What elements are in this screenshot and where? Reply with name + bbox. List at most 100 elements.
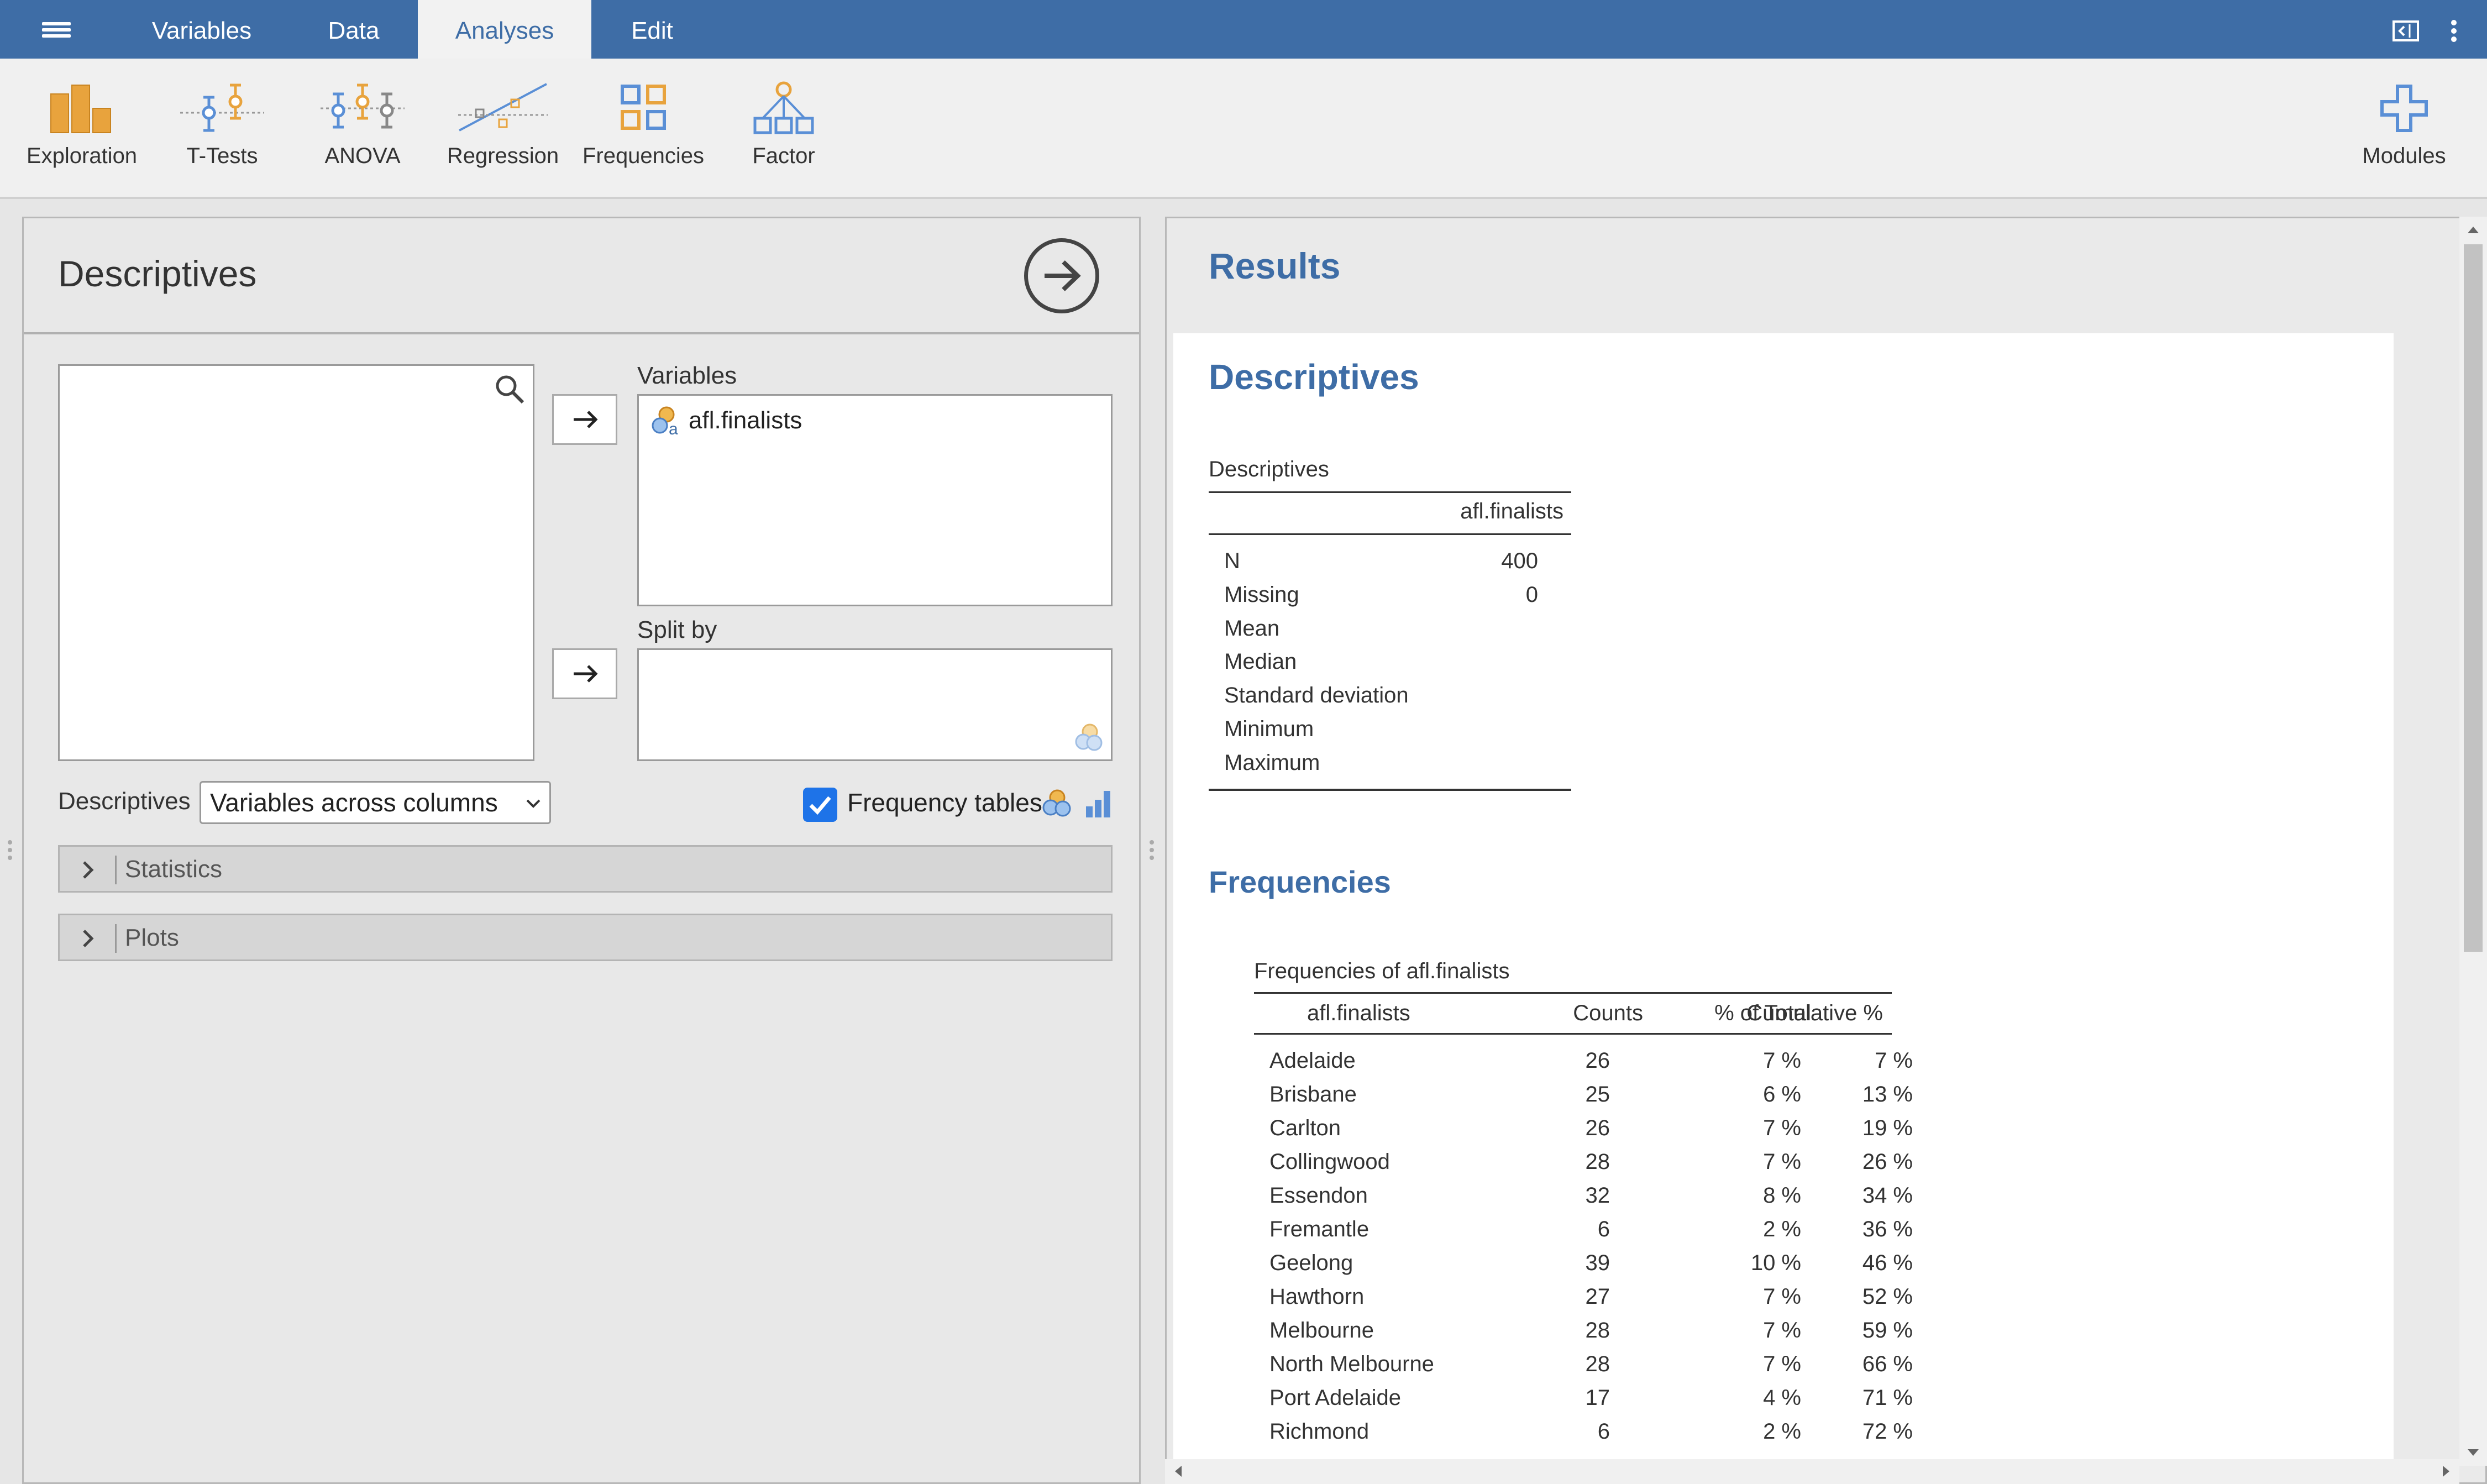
tab-analyses[interactable]: Analyses	[418, 0, 591, 59]
t-tests-button[interactable]: T-Tests	[156, 81, 288, 191]
anova-button[interactable]: ANOVA	[296, 81, 429, 191]
toggle-results-mode-icon[interactable]	[2392, 20, 2420, 45]
move-to-variables-button[interactable]	[552, 394, 617, 445]
scroll-down-icon	[2468, 1449, 2479, 1456]
top-menu-bar: Variables Data Analyses Edit	[0, 0, 2487, 59]
table-row-label: Maximum	[1224, 751, 1320, 775]
hamburger-menu-icon[interactable]	[31, 15, 82, 43]
team-cell: Carlton	[1269, 1116, 1341, 1140]
frequencies-label: Frequencies	[582, 144, 705, 168]
chevron-right-icon	[83, 861, 94, 879]
splitby-target-box[interactable]	[637, 648, 1113, 761]
descriptives-heading: Descriptives	[1209, 357, 1419, 397]
table-cell: 400	[1501, 549, 1538, 573]
options-title: Descriptives	[58, 253, 257, 294]
regression-label: Regression	[447, 144, 559, 168]
arrow-right-icon	[574, 665, 598, 683]
results-title: Results	[1209, 245, 1341, 286]
team-cell: Fremantle	[1269, 1217, 1370, 1241]
column-header-cumulative: Cumulative %	[1746, 1001, 1883, 1025]
middle-resize-handle[interactable]	[1150, 840, 1155, 868]
cumulative-cell: 52 %	[1862, 1284, 1913, 1309]
team-cell: Hawthorn	[1269, 1284, 1365, 1309]
descriptives-layout-select[interactable]: Variables across columns	[200, 781, 551, 824]
results-vertical-scrollbar[interactable]	[2459, 217, 2487, 1466]
nominal-variable-icon	[1042, 789, 1071, 817]
plots-section[interactable]: Plots	[58, 914, 1113, 961]
exploration-label: Exploration	[26, 144, 138, 168]
tab-edit[interactable]: Edit	[597, 0, 707, 59]
results-horizontal-scrollbar[interactable]	[1165, 1459, 2459, 1484]
bar-chart-icon	[1086, 791, 1110, 817]
statistics-label: Statistics	[125, 856, 223, 883]
source-variables-list[interactable]	[58, 364, 534, 761]
results-panel: Results Descriptives Descriptives afl.fi…	[1165, 217, 2487, 1484]
chevron-right-icon	[83, 930, 94, 947]
team-cell: Melbourne	[1269, 1318, 1374, 1343]
move-to-splitby-button[interactable]	[552, 648, 617, 699]
cumulative-cell: 46 %	[1862, 1251, 1913, 1275]
descriptives-table-caption: Descriptives	[1209, 457, 1329, 481]
table-row-label: Minimum	[1224, 717, 1314, 741]
team-cell: Richmond	[1269, 1419, 1370, 1444]
team-cell: Brisbane	[1269, 1082, 1357, 1107]
cumulative-cell: 36 %	[1862, 1217, 1913, 1241]
regression-button[interactable]: Regression	[437, 81, 569, 191]
chevron-down-icon	[526, 799, 541, 808]
t-tests-icon	[180, 83, 264, 132]
team-cell: Collingwood	[1269, 1150, 1390, 1174]
modules-button[interactable]: Modules	[2338, 81, 2470, 191]
frequencies-heading: Frequencies	[1209, 864, 1391, 899]
factor-button[interactable]: Factor	[717, 81, 850, 191]
frequencies-button[interactable]: Frequencies	[577, 81, 710, 191]
tab-variables[interactable]: Variables	[122, 0, 282, 59]
factor-label: Factor	[752, 144, 815, 168]
cumulative-cell: 7 %	[1875, 1048, 1913, 1073]
variables-target-box[interactable]: a afl.finalists	[637, 394, 1113, 606]
analysis-options-panel: Descriptives Variables a afl.finalists S…	[22, 217, 1141, 1484]
scroll-thumb[interactable]	[2464, 244, 2483, 952]
cumulative-cell: 72 %	[1862, 1419, 1913, 1444]
descriptives-layout-label: Descriptives	[58, 788, 191, 815]
frequency-tables-label: Frequency tables	[847, 788, 1042, 817]
results-sheet: Descriptives Descriptives afl.finalists …	[1173, 333, 2394, 1482]
variable-item[interactable]: a afl.finalists	[650, 405, 802, 437]
descriptives-layout-value: Variables across columns	[210, 788, 498, 817]
options-header: Descriptives	[24, 218, 1139, 334]
frequency-tables-checkbox[interactable]	[803, 788, 837, 822]
cumulative-cell: 26 %	[1862, 1150, 1913, 1174]
cumulative-cell: 59 %	[1862, 1318, 1913, 1343]
variables-label: Variables	[637, 362, 737, 389]
analyses-ribbon: Exploration T-Tests ANOVA Regression Fre…	[0, 59, 2487, 199]
table-row-label: N	[1224, 549, 1240, 573]
exploration-button[interactable]: Exploration	[15, 81, 148, 191]
left-resize-handle[interactable]	[8, 840, 13, 868]
team-cell: North Melbourne	[1269, 1352, 1434, 1376]
arrow-right-icon	[1045, 260, 1081, 291]
search-icon[interactable]	[494, 374, 525, 407]
checkmark-icon	[809, 796, 831, 815]
more-options-icon[interactable]	[2449, 20, 2458, 45]
tab-data[interactable]: Data	[287, 0, 420, 59]
team-cell: Adelaide	[1269, 1048, 1356, 1073]
cumulative-cell: 71 %	[1862, 1386, 1913, 1410]
modules-label: Modules	[2362, 144, 2446, 168]
table-row-label: Standard deviation	[1224, 683, 1409, 707]
close-options-button[interactable]	[1024, 238, 1099, 313]
arrow-right-icon	[574, 411, 598, 428]
t-tests-label: T-Tests	[186, 144, 258, 168]
splitby-label: Split by	[637, 616, 717, 643]
table-row-label: Median	[1224, 649, 1297, 674]
plots-label: Plots	[125, 924, 179, 951]
cumulative-cell: 66 %	[1862, 1352, 1913, 1376]
exploration-icon	[50, 85, 111, 133]
frequencies-table-caption: Frequencies of afl.finalists	[1254, 959, 1510, 983]
scroll-left-icon	[1175, 1466, 1182, 1477]
regression-icon	[458, 83, 548, 132]
factor-icon	[753, 81, 814, 134]
table-row-label: Missing	[1224, 583, 1299, 607]
anova-label: ANOVA	[324, 144, 401, 168]
descriptives-column-header: afl.finalists	[1460, 499, 1563, 523]
anova-icon	[321, 83, 405, 129]
statistics-section[interactable]: Statistics	[58, 845, 1113, 893]
